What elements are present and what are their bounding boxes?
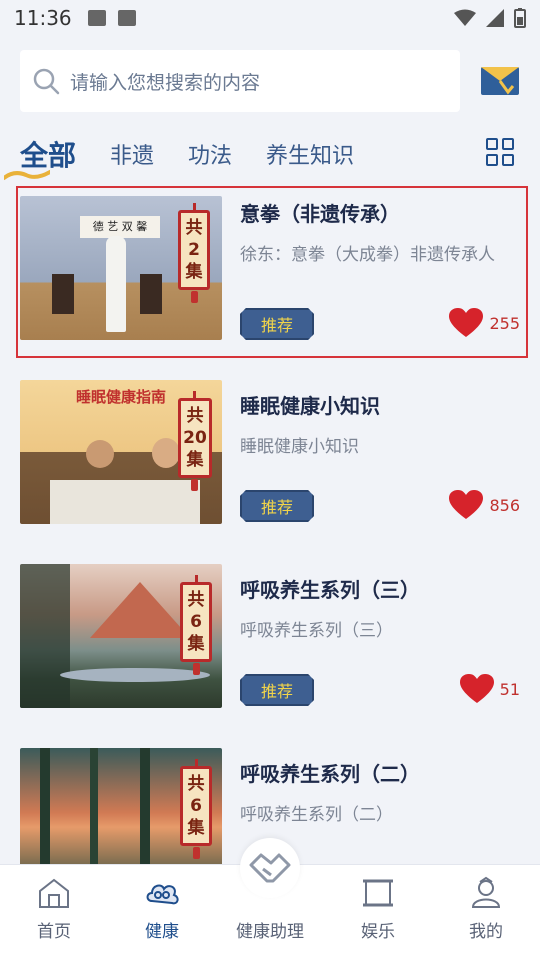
- episode-count-badge: 共 20 集: [178, 391, 212, 491]
- item-subtitle: 呼吸养生系列（三）: [240, 621, 393, 641]
- tab-exercise-label: 功法: [188, 144, 233, 169]
- user-icon: [471, 876, 501, 908]
- item-title: 呼吸养生系列（三）: [240, 578, 420, 602]
- scroll-icon: [363, 879, 393, 907]
- nav-entertainment[interactable]: 娱乐: [324, 865, 432, 960]
- like-count: 255: [489, 313, 520, 333]
- nav-mine-label: 我的: [469, 922, 503, 942]
- recommend-tag: 推荐: [240, 308, 314, 340]
- like-button[interactable]: 856: [449, 490, 520, 520]
- tab-heritage[interactable]: 非遗: [110, 138, 154, 170]
- cloud-swoosh-icon: [4, 170, 50, 180]
- search-row: 请输入您想搜索的内容: [20, 50, 520, 112]
- tab-all[interactable]: 全部: [4, 134, 76, 180]
- episode-count-badge: 共 2 集: [178, 203, 210, 303]
- status-bar: 11:36: [0, 0, 540, 36]
- signal-icon: [486, 9, 504, 27]
- like-count: 51: [499, 679, 520, 699]
- like-button[interactable]: 51: [459, 674, 520, 704]
- item-title: 呼吸养生系列（二）: [240, 762, 420, 786]
- wifi-icon: [454, 9, 476, 26]
- like-button[interactable]: 255: [449, 308, 520, 338]
- nav-home-label: 首页: [37, 922, 71, 942]
- battery-icon: [514, 8, 526, 28]
- item-title: 睡眠健康小知识: [240, 394, 380, 418]
- cloud-icon: [146, 884, 179, 905]
- episode-count-badge: 共 6 集: [180, 759, 212, 859]
- nav-health-assistant-label: 健康助理: [236, 922, 304, 942]
- tab-health-knowledge-label: 养生知识: [266, 144, 355, 169]
- item-subtitle: 睡眠健康小知识: [240, 437, 359, 457]
- item-subtitle: 徐东：意拳（大成拳）非遗传承人: [240, 245, 495, 265]
- search-placeholder: 请输入您想搜索的内容: [70, 71, 261, 94]
- recommend-tag: 推荐: [240, 490, 314, 522]
- tab-health-knowledge[interactable]: 养生知识: [266, 138, 354, 170]
- recommend-tag: 推荐: [240, 674, 314, 706]
- item-title: 意拳（非遗传承）: [240, 202, 400, 226]
- nav-entertainment-label: 娱乐: [361, 922, 395, 942]
- like-count: 856: [489, 495, 520, 515]
- episode-count-badge: 共 6 集: [180, 575, 212, 675]
- category-tabs: 全部 非遗 功法 养生知识: [4, 132, 520, 180]
- status-time: 11:36: [14, 6, 72, 30]
- list-item[interactable]: 共 6 集 呼吸养生系列（三） 呼吸养生系列（三） 推荐 51: [20, 564, 520, 709]
- heart-icon: [449, 490, 484, 519]
- health-assistant-button[interactable]: [240, 838, 300, 898]
- nav-health-label: 健康: [145, 922, 179, 942]
- text-notification-icon: [117, 10, 136, 26]
- nav-mine[interactable]: 我的: [432, 865, 540, 960]
- item-subtitle: 呼吸养生系列（二）: [240, 805, 393, 825]
- tab-heritage-label: 非遗: [110, 144, 155, 169]
- thumbnail-banner-text: 德 艺 双 馨: [80, 216, 160, 238]
- search-input[interactable]: 请输入您想搜索的内容: [20, 50, 460, 112]
- heart-icon: [459, 674, 494, 703]
- nav-home[interactable]: 首页: [0, 865, 108, 960]
- search-icon: [33, 68, 60, 95]
- mail-icon[interactable]: [480, 64, 520, 98]
- home-icon: [39, 878, 69, 908]
- list-item[interactable]: 睡眠健康指南 共 20 集 睡眠健康小知识 睡眠健康小知识 推荐 856: [20, 380, 520, 525]
- grid-view-icon[interactable]: [486, 138, 514, 166]
- nav-health[interactable]: 健康: [108, 865, 216, 960]
- heart-icon: [449, 308, 484, 337]
- handshake-icon: [249, 853, 291, 883]
- image-notification-icon: [87, 10, 106, 26]
- list-item[interactable]: 德 艺 双 馨 共 2 集 意拳（非遗传承） 徐东：意拳（大成拳）非遗传承人 推…: [16, 186, 528, 358]
- tab-exercise[interactable]: 功法: [188, 138, 232, 170]
